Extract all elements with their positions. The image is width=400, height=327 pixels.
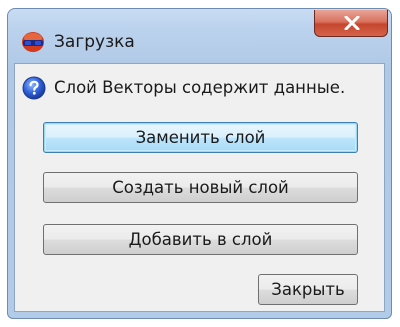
app-glasses-icon bbox=[21, 31, 45, 53]
replace-layer-button[interactable]: Заменить слой bbox=[43, 122, 358, 153]
close-button[interactable]: Закрыть bbox=[258, 274, 358, 305]
close-window-button[interactable] bbox=[314, 10, 388, 37]
dialog-window: Загрузка Слой Векторы содержит данные. З… bbox=[7, 8, 392, 319]
title-bar[interactable]: Загрузка bbox=[8, 9, 391, 61]
message-text: Слой Векторы содержит данные. bbox=[54, 78, 346, 97]
create-new-layer-button[interactable]: Создать новый слой bbox=[43, 172, 358, 203]
question-icon bbox=[22, 76, 46, 100]
window-title: Загрузка bbox=[54, 32, 135, 52]
dialog-body: Слой Векторы содержит данные. Заменить с… bbox=[14, 63, 385, 312]
close-icon bbox=[344, 16, 360, 30]
add-to-layer-button[interactable]: Добавить в слой bbox=[43, 224, 358, 255]
